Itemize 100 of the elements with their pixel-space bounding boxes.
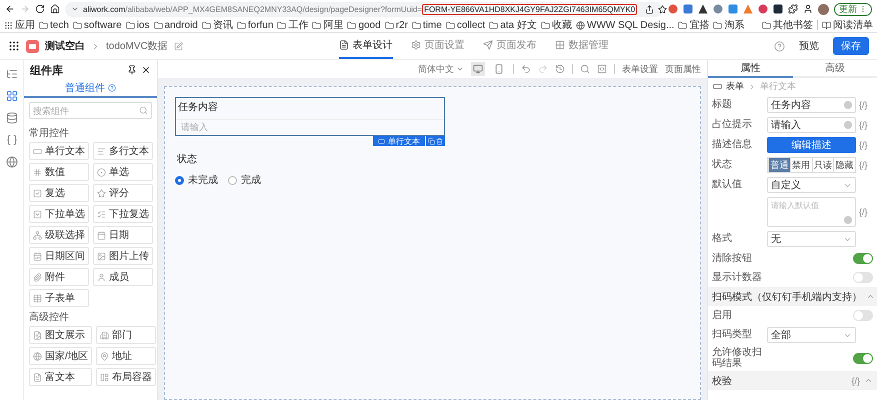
bookmark[interactable]: forfun (236, 20, 274, 30)
bookmark[interactable]: 宜搭 (678, 18, 710, 32)
page-name[interactable]: todoMVC数据 (106, 39, 168, 53)
search-icon[interactable] (580, 64, 590, 74)
undo-icon[interactable] (521, 64, 531, 74)
bookmark[interactable]: 其他书签 (762, 18, 813, 32)
search-field[interactable]: 搜索组件 (29, 102, 152, 119)
segment-option[interactable]: 隐藏 (833, 158, 855, 172)
component-item[interactable]: 多行文本 (93, 142, 153, 160)
app-name[interactable]: 测试空白 (45, 39, 85, 53)
home-icon[interactable] (50, 4, 60, 14)
segment-option[interactable]: 禁用 (790, 158, 812, 172)
code-icon[interactable] (6, 134, 18, 146)
copy-icon[interactable] (428, 138, 435, 144)
text-input[interactable]: 请输入 (767, 117, 856, 133)
text-input[interactable]: 请输入 (176, 118, 444, 134)
toggle-switch[interactable] (853, 352, 873, 364)
share-icon[interactable] (645, 4, 654, 14)
component-item[interactable]: 图文展示 (29, 326, 92, 344)
breadcrumb-item[interactable]: 表单 (726, 80, 744, 93)
edit-description-button[interactable]: 编辑描述 (767, 137, 856, 153)
user-icon[interactable] (803, 4, 813, 14)
bookmark[interactable]: 淘系 (713, 18, 744, 32)
segment-option[interactable]: 只读 (812, 158, 834, 172)
pin-icon[interactable] (127, 65, 137, 75)
select-field[interactable]: 全部 (767, 327, 856, 343)
segment-option[interactable]: 普通 (768, 158, 790, 172)
bookmark[interactable]: android (154, 20, 198, 30)
toggle-switch[interactable] (853, 272, 873, 283)
bookmark[interactable]: 应用 (4, 18, 35, 32)
bookmark[interactable]: collect (446, 20, 486, 30)
bookmark[interactable]: 收藏 (540, 18, 572, 32)
toggle-switch[interactable] (853, 310, 873, 321)
component-item[interactable]: 数值 (29, 163, 89, 181)
components-icon[interactable] (6, 90, 18, 102)
toolbar-link[interactable]: 表单设置 (622, 62, 658, 76)
variable-binding[interactable]: {/} (859, 140, 873, 150)
component-item[interactable]: 单选 (93, 163, 153, 181)
bookmark[interactable]: 工作 (277, 18, 308, 32)
component-item[interactable]: 复选 (29, 184, 89, 202)
component-item[interactable]: 国家/地区 (29, 347, 92, 365)
component-item[interactable]: 日期 (93, 226, 153, 244)
avatar[interactable] (818, 4, 829, 14)
star-icon[interactable] (658, 4, 668, 14)
bookmark[interactable]: time (412, 20, 442, 30)
delete-icon[interactable] (436, 138, 443, 144)
radio-option[interactable]: 完成 (228, 173, 261, 187)
language-select[interactable]: 简体中文 (418, 62, 464, 76)
bookmark[interactable]: good (347, 20, 381, 30)
variable-binding[interactable]: {/} (859, 207, 873, 217)
bookmark[interactable]: ata 好文 (489, 18, 537, 32)
help-icon[interactable] (774, 40, 785, 52)
edit-icon[interactable] (174, 42, 183, 50)
globe-icon[interactable] (6, 156, 18, 168)
database-icon[interactable] (6, 112, 18, 124)
outline-icon[interactable] (6, 68, 18, 80)
nav-tab[interactable]: 页面设置 (410, 33, 465, 59)
component-item[interactable]: 评分 (93, 184, 153, 202)
component-item[interactable]: 图片上传 (93, 247, 153, 265)
component-item[interactable]: 级联选择 (29, 226, 89, 244)
toolbar-link[interactable]: 页面属性 (665, 62, 701, 76)
component-item[interactable]: 下拉复选 (93, 205, 153, 223)
save-button[interactable]: 保存 (833, 37, 869, 55)
select-field[interactable]: 无 (767, 231, 856, 247)
close-icon[interactable] (141, 65, 151, 75)
apps-icon[interactable] (8, 40, 20, 52)
update-button[interactable]: 更新 (834, 2, 872, 16)
form-field[interactable]: 任务内容 请输入 (175, 97, 445, 136)
history-icon[interactable] (555, 64, 565, 74)
bookmark[interactable]: 资讯 (202, 18, 233, 32)
bookmark[interactable]: software (72, 20, 122, 30)
text-input[interactable]: 任务内容 (767, 97, 856, 113)
variable-binding[interactable]: {/} (859, 100, 873, 110)
bookmark[interactable]: WWW SQL Desig... (576, 20, 674, 30)
property-tab[interactable]: 高级 (792, 60, 877, 78)
component-item[interactable]: 单行文本 (29, 142, 89, 160)
component-item[interactable]: 布局容器 (96, 368, 156, 386)
nav-tab[interactable]: 页面发布 (482, 33, 537, 59)
radio-option[interactable]: 未完成 (175, 173, 218, 187)
app-logo[interactable] (26, 40, 39, 52)
bookmark[interactable]: 阅读清单 (822, 18, 873, 32)
variable-binding[interactable]: {/} (859, 120, 873, 130)
bookmark[interactable]: ios (126, 20, 150, 30)
component-item[interactable]: 成员 (93, 268, 153, 286)
view-button[interactable] (471, 62, 485, 76)
code-icon[interactable] (597, 64, 607, 74)
bookmark[interactable]: 阿里 (312, 18, 344, 32)
component-item[interactable]: 子表单 (29, 289, 89, 307)
reload-icon[interactable] (35, 4, 45, 14)
component-tag[interactable]: 单行文本 (373, 136, 425, 146)
bookmark[interactable]: r2r (384, 20, 408, 30)
toggle-switch[interactable] (853, 253, 873, 264)
component-item[interactable]: 下拉单选 (29, 205, 89, 223)
select-field[interactable]: 自定义 (767, 177, 856, 193)
component-item[interactable]: 日期区间 (29, 247, 89, 265)
puzzle-icon[interactable] (788, 4, 798, 14)
component-item[interactable]: 富文本 (29, 368, 92, 386)
component-item[interactable]: 地址 (96, 347, 156, 365)
bookmark[interactable]: tech (39, 20, 69, 30)
variable-binding[interactable]: {/} (859, 160, 873, 170)
